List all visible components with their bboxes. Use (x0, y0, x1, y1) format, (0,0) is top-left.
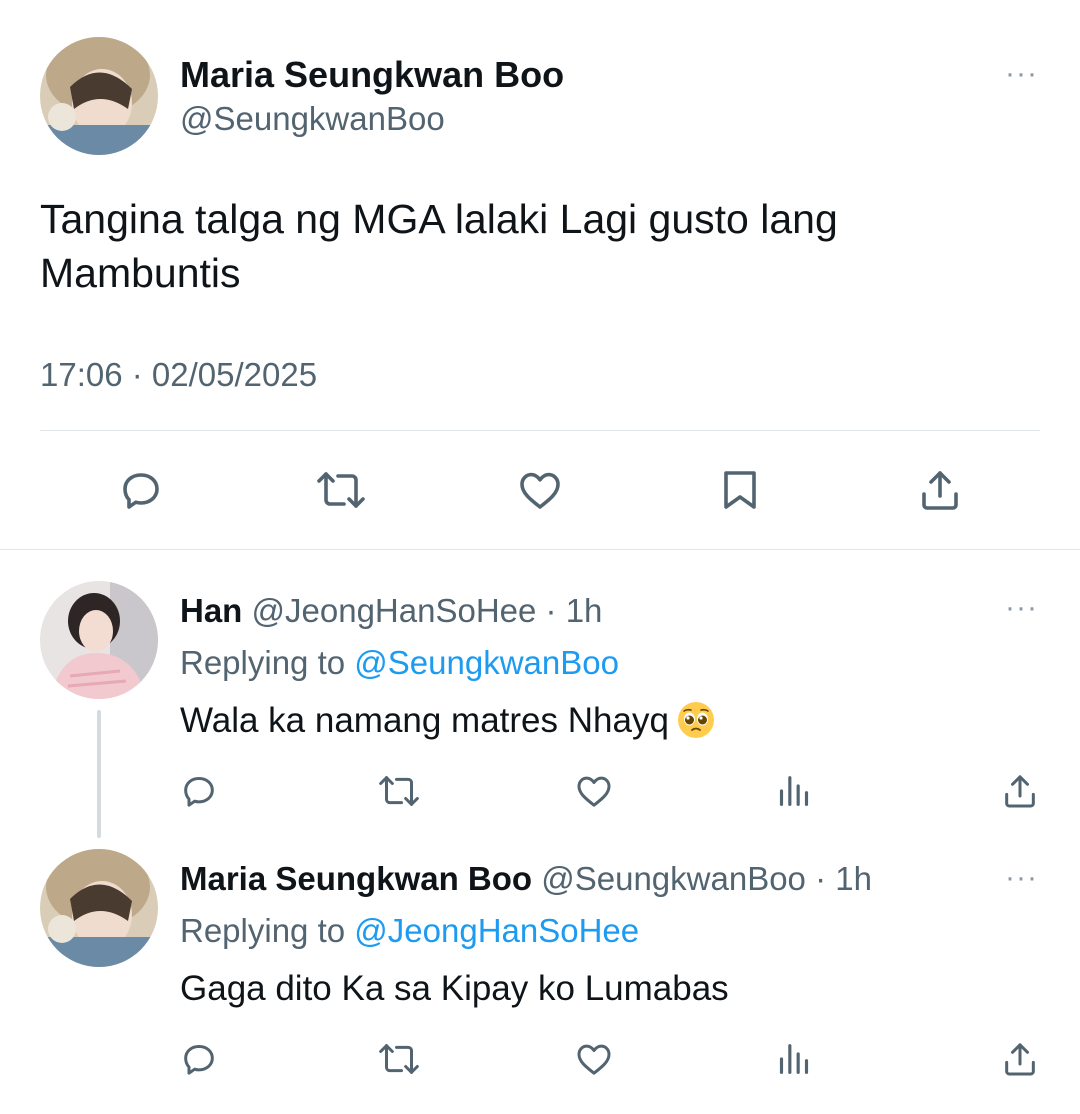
divider (0, 549, 1080, 550)
bookmark-icon[interactable] (716, 466, 764, 514)
like-icon[interactable] (516, 466, 564, 514)
avatar[interactable] (40, 849, 158, 967)
replying-to-link[interactable]: @SeungkwanBoo (354, 644, 619, 681)
avatar[interactable] (40, 37, 158, 155)
author-name[interactable]: Maria Seungkwan Boo (180, 860, 532, 897)
reply-icon[interactable] (179, 771, 219, 811)
replying-to: Replying to @SeungkwanBoo (180, 644, 619, 682)
reply-time[interactable]: · 1h (815, 860, 872, 897)
reply-text: Wala ka namang matres Nhayq (180, 701, 715, 741)
retweet-icon[interactable] (376, 771, 422, 811)
tweet-timestamp[interactable]: 17:06 · 02/05/2025 (40, 356, 317, 394)
replying-to-link[interactable]: @JeongHanSoHee (354, 912, 639, 949)
more-options-icon[interactable]: ··· (1005, 593, 1038, 623)
author-name[interactable]: Maria Seungkwan Boo (180, 54, 564, 96)
reply-header: Han @JeongHanSoHee · 1h (180, 592, 602, 630)
reply-header: Maria Seungkwan Boo @SeungkwanBoo · 1h (180, 860, 872, 898)
divider (40, 430, 1040, 431)
author-handle[interactable]: @JeongHanSoHee (252, 592, 537, 629)
retweet-icon[interactable] (376, 1039, 422, 1079)
replying-prefix: Replying to (180, 912, 346, 949)
more-options-icon[interactable]: ··· (1005, 59, 1038, 89)
retweet-icon[interactable] (314, 466, 368, 514)
share-icon[interactable] (999, 771, 1041, 811)
thread-connector-line (97, 710, 101, 838)
author-handle[interactable]: @SeungkwanBoo (541, 860, 806, 897)
reply-time[interactable]: · 1h (546, 592, 603, 629)
like-icon[interactable] (574, 1039, 614, 1079)
author-handle[interactable]: @SeungkwanBoo (180, 100, 445, 138)
tweet-text-line: Tangina talga ng MGA lalaki Lagi gusto l… (40, 196, 838, 242)
reply-text: Gaga dito Ka sa Kipay ko Lumabas (180, 969, 729, 1008)
tweet-text-line: Mambuntis (40, 250, 241, 296)
pleading-face-emoji (677, 701, 715, 739)
share-icon[interactable] (916, 466, 964, 514)
author-name[interactable]: Han (180, 592, 242, 629)
share-icon[interactable] (999, 1039, 1041, 1079)
tweet-text: Tangina talga ng MGA lalaki Lagi gusto l… (40, 192, 838, 300)
views-icon[interactable] (774, 771, 814, 811)
reply-text-content: Wala ka namang matres Nhayq (180, 701, 669, 740)
replying-prefix: Replying to (180, 644, 346, 681)
reply-icon[interactable] (179, 1039, 219, 1079)
like-icon[interactable] (574, 771, 614, 811)
avatar[interactable] (40, 581, 158, 699)
more-options-icon[interactable]: ··· (1005, 863, 1038, 893)
views-icon[interactable] (774, 1039, 814, 1079)
reply-icon[interactable] (117, 466, 165, 514)
replying-to: Replying to @JeongHanSoHee (180, 912, 639, 950)
